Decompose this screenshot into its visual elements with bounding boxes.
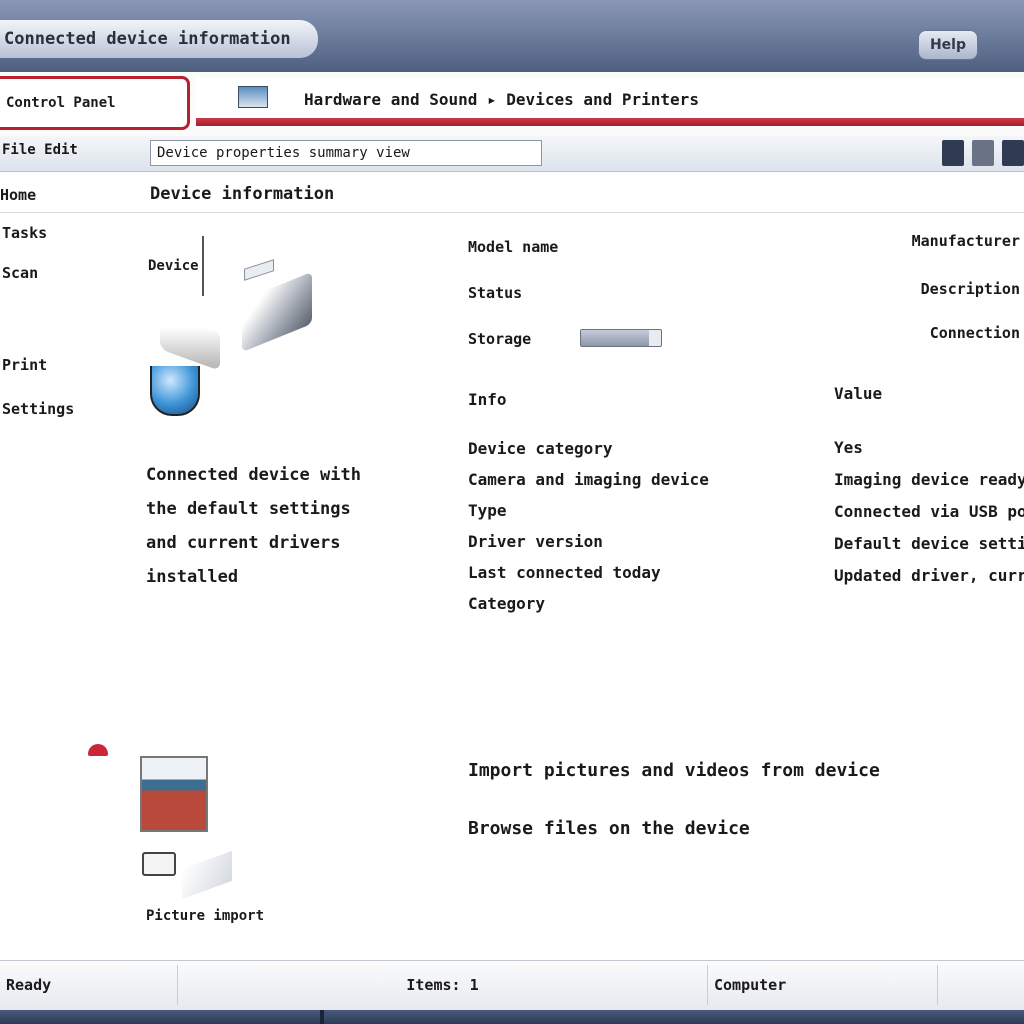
properties-list: Info Device category Camera and imaging … [468, 384, 709, 619]
import-pictures-link[interactable]: Import pictures and videos from device [468, 742, 880, 800]
device-description: Connected device with the default settin… [146, 458, 361, 594]
window-title: Connected device information [0, 20, 318, 58]
status-bar: Ready Items: 1 Computer [0, 960, 1024, 1012]
status-right: Computer [708, 965, 938, 1005]
sidebar-item-settings[interactable]: Settings [2, 400, 74, 418]
device-body [160, 309, 220, 371]
address-row: Control Panel Hardware and Sound ▸ Devic… [0, 72, 1024, 136]
camera-icon [142, 852, 176, 876]
property-value: Connected via USB port [834, 502, 1024, 521]
browse-files-link[interactable]: Browse files on the device [468, 800, 880, 858]
menu-bar[interactable]: File Edit [2, 142, 78, 158]
folder-tab-icon [182, 850, 232, 900]
sidebar-item-scan[interactable]: Scan [2, 264, 38, 282]
view-icon[interactable] [942, 140, 964, 166]
address-accent-bar [196, 118, 1024, 126]
property-line: Camera and imaging device [468, 470, 709, 489]
description-line: and current drivers [146, 533, 341, 553]
status-label: Status [468, 284, 523, 302]
status-left: Ready [0, 965, 178, 1005]
toolbar-icons [942, 140, 1024, 166]
device-image: Device [146, 236, 326, 432]
property-value: Yes [834, 438, 863, 457]
properties-values: Value Yes Imaging device ready Connected… [834, 378, 1024, 592]
address-back-field[interactable]: Control Panel [0, 76, 190, 130]
description-line: Connected device with [146, 465, 361, 485]
property-line: Driver version [468, 532, 603, 551]
connection-value: Connection [929, 324, 1020, 342]
device-lid [242, 271, 312, 353]
import-actions: Import pictures and videos from device B… [468, 742, 880, 858]
property-value: Imaging device ready [834, 470, 1024, 489]
import-caption: Picture import [146, 908, 265, 924]
property-value: Updated driver, current version [834, 566, 1024, 585]
sidebar-item-print[interactable]: Print [2, 356, 47, 374]
property-value: Default device settings [834, 534, 1024, 553]
description-line: the default settings [146, 499, 351, 519]
title-bar: Connected device information Help [0, 0, 1024, 72]
address-bar[interactable]: Hardware and Sound ▸ Devices and Printer… [196, 78, 1024, 118]
device-label: Device [148, 258, 199, 274]
help-icon[interactable] [972, 140, 994, 166]
property-line: Type [468, 501, 507, 520]
model-label: Model name [468, 238, 559, 256]
property-line: Last connected today [468, 563, 661, 582]
address-path: Hardware and Sound ▸ Devices and Printer… [304, 90, 699, 109]
breadcrumb[interactable]: Device properties summary view [150, 140, 542, 166]
page-title: Device information [150, 184, 335, 204]
device-connector [202, 236, 204, 296]
home-link[interactable]: Home [0, 186, 36, 204]
close-icon[interactable] [1002, 140, 1024, 166]
manufacturer-value: Manufacturer [911, 232, 1020, 250]
picture-icon [140, 756, 208, 832]
toolbar: File Edit Device properties summary view [0, 136, 1024, 172]
property-line: Device category [468, 439, 613, 458]
help-button[interactable]: Help [918, 30, 978, 60]
description-value: Description [920, 280, 1020, 298]
status-center: Items: 1 [178, 965, 708, 1005]
taskbar [0, 1010, 1024, 1024]
storage-progress-fill [581, 330, 649, 346]
divider [0, 212, 1024, 213]
folder-icon [238, 86, 268, 108]
camera-lens-icon [150, 366, 200, 416]
storage-progress-bar [580, 329, 662, 347]
storage-label: Storage [468, 330, 532, 348]
property-line: Category [468, 594, 546, 613]
values-heading: Value [834, 384, 883, 403]
taskbar-divider [320, 1010, 324, 1024]
description-line: installed [146, 567, 239, 587]
status-dot-icon [88, 744, 108, 756]
import-panel[interactable]: Picture import [82, 736, 292, 936]
sidebar-item-tasks[interactable]: Tasks [2, 224, 47, 242]
device-flap [244, 259, 274, 281]
properties-heading: Info [468, 390, 507, 409]
